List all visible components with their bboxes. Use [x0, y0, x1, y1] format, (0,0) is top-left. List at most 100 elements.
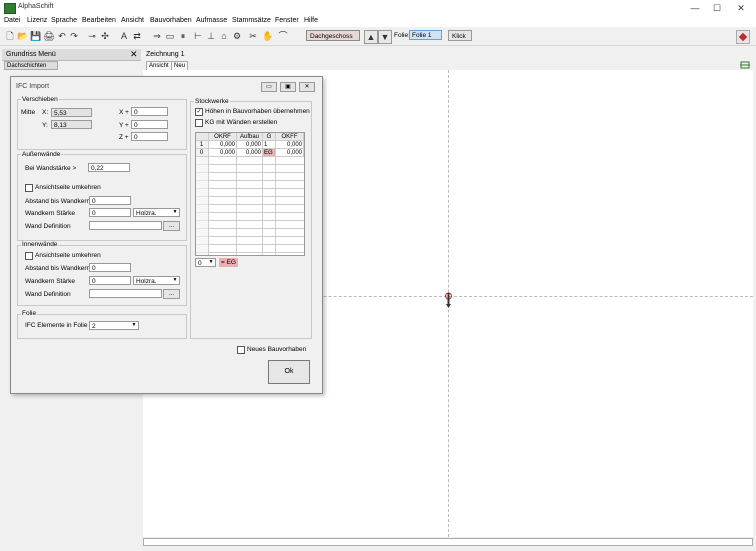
ifc-folie-select[interactable]: 2 ▼ [89, 321, 139, 330]
menu-stammsaetze[interactable]: Stammsätze [232, 17, 271, 24]
y-plus-input[interactable]: 0 [131, 120, 168, 129]
innen-wandkern-label: Wandkern Stärke [25, 278, 75, 285]
innenwaende-label: Innenwände [21, 241, 59, 248]
tools-icon[interactable]: ✂ [247, 30, 259, 42]
new-file-icon[interactable]: 🗋 [4, 30, 16, 42]
line-tool-icon[interactable]: ⊸ [86, 30, 98, 42]
roof-icon[interactable]: ⌂ [218, 30, 230, 42]
app-title: AlphaSchift [18, 3, 54, 10]
innen-def-input[interactable] [89, 289, 162, 298]
folie-input[interactable]: Folie 1 [409, 30, 442, 40]
origin-marker-icon[interactable] [444, 289, 453, 309]
x-plus-input[interactable]: 0 [131, 107, 168, 116]
close-button[interactable]: ✕ [730, 1, 752, 15]
stockwerke-table[interactable]: OKRF Aufbau G OKFF 1 0,000 0,000 1 0,000… [195, 132, 305, 256]
table-cell-eg[interactable]: EG [263, 149, 276, 157]
hoehen-checkbox[interactable]: ✓ [195, 108, 203, 116]
minimize-button[interactable]: — [684, 1, 706, 15]
redo-icon[interactable]: ↷ [68, 30, 80, 42]
table-header: OKRF [209, 133, 237, 141]
floor-eg-label: = EG [219, 258, 238, 267]
floor-number-select[interactable]: 0 ▼ [195, 258, 216, 267]
x-label: X: [42, 109, 49, 116]
floor-selector[interactable]: Dachgeschoss [306, 30, 360, 41]
dialog-maximize-button[interactable]: ▣ [280, 82, 296, 92]
neues-bauvorhaben-checkbox[interactable] [237, 346, 245, 354]
stair-icon[interactable]: ⊥ [205, 30, 217, 42]
table-cell[interactable]: 0,000 [276, 141, 304, 149]
innen-wandkern-input[interactable]: 0 [89, 276, 131, 285]
table-cell[interactable]: 0,000 [237, 141, 263, 149]
pause-icon[interactable]: ⏸ [177, 30, 189, 42]
ifc-import-dialog: IFC Import ▭ ▣ ✕ Verschieben Mitte X: 5,… [10, 76, 323, 394]
table-cell[interactable]: 0,000 [209, 141, 237, 149]
menu-sprache[interactable]: Sprache [51, 17, 77, 24]
aussen-abstand-input[interactable]: 0 [89, 196, 131, 205]
dimension-icon[interactable]: ⇄ [131, 30, 143, 42]
arrows-icon[interactable]: ⇒ [151, 30, 163, 42]
y-plus-label: Y + [119, 122, 129, 129]
open-folder-icon[interactable]: 📂 [17, 30, 29, 42]
table-header [196, 133, 209, 141]
z-plus-input[interactable]: 0 [131, 132, 168, 141]
undo-icon[interactable]: ↶ [56, 30, 68, 42]
curve-icon[interactable]: ⌒ [277, 30, 289, 42]
save-icon[interactable]: 💾 [30, 30, 42, 42]
table-cell: 1 [196, 141, 209, 149]
floor-down-icon[interactable]: ▼ [378, 30, 392, 44]
table-cell[interactable]: 1 [263, 141, 276, 149]
menu-ansicht[interactable]: Ansicht [121, 17, 144, 24]
aussenwaende-label: Außenwände [21, 151, 62, 158]
innen-material-value: Holzra. [136, 278, 157, 285]
bei-wandstaerke-input[interactable]: 0,22 [88, 163, 130, 172]
door-icon[interactable]: ⊢ [192, 30, 204, 42]
hand-icon[interactable]: ✋ [262, 30, 274, 42]
menu-bearbeiten[interactable]: Bearbeiten [82, 17, 116, 24]
table-cell[interactable]: 0,000 [209, 149, 237, 157]
innen-ansicht-checkbox[interactable] [25, 252, 33, 260]
menu-datei[interactable]: Datei [4, 17, 20, 24]
innen-def-browse-button[interactable]: ... [163, 289, 180, 299]
floor-up-icon[interactable]: ▲ [364, 30, 378, 44]
aussen-wandkern-input[interactable]: 0 [89, 208, 131, 217]
table-cell[interactable]: 0,000 [237, 149, 263, 157]
panel-header: Grundriss Menü ✕ [2, 49, 141, 61]
klick-button[interactable]: Klick [448, 30, 472, 41]
title-bar [0, 0, 756, 16]
aussen-def-input[interactable] [89, 221, 162, 230]
menu-lizenz[interactable]: Lizenz [27, 17, 47, 24]
menu-bauvorhaben[interactable]: Bauvorhaben [150, 17, 192, 24]
maximize-button[interactable]: ☐ [706, 1, 728, 15]
dialog-minimize-button[interactable]: ▭ [261, 82, 277, 92]
kg-checkbox[interactable] [195, 119, 203, 127]
snap-tool-icon[interactable] [736, 30, 750, 44]
move-tool-icon[interactable]: ✣ [99, 30, 111, 42]
window-icon[interactable]: ▭ [164, 30, 176, 42]
menu-aufmasse[interactable]: Aufmasse [196, 17, 227, 24]
table-cell[interactable]: 0,000 [276, 149, 304, 157]
innen-material-select[interactable]: Holzra. ▼ [133, 276, 180, 285]
menu-fenster[interactable]: Fenster [275, 17, 299, 24]
print-icon[interactable]: 🖨 [43, 30, 55, 42]
ok-button[interactable]: Ok [268, 360, 310, 384]
settings-icon[interactable]: ⚙ [231, 30, 243, 42]
dialog-close-button[interactable]: ✕ [299, 82, 315, 92]
neues-bauvorhaben-label: Neues Bauvorhaben [247, 346, 307, 353]
aussen-def-browse-button[interactable]: ... [163, 221, 180, 231]
chevron-down-icon: ▼ [172, 209, 178, 215]
stockwerke-label: Stockwerke [194, 98, 230, 105]
table-header: G [263, 133, 276, 141]
floor-number-value: 0 [198, 260, 202, 267]
bei-wandstaerke-label: Bei Wandstärke > [25, 165, 77, 172]
aussen-ansicht-checkbox[interactable] [25, 184, 33, 192]
menu-hilfe[interactable]: Hilfe [304, 17, 318, 24]
ifc-folie-value: 2 [92, 323, 96, 330]
verschieben-label: Verschieben [21, 96, 59, 103]
innen-abstand-input[interactable]: 0 [89, 263, 131, 272]
kg-label: KG mit Wänden erstellen [205, 119, 278, 126]
aussen-material-select[interactable]: Holzra. ▼ [133, 208, 180, 217]
panel-close-icon[interactable]: ✕ [130, 49, 138, 60]
aussen-material-value: Holzra. [136, 210, 157, 217]
panel-tab-dachschichten[interactable]: Dachschichten [4, 61, 58, 70]
text-tool-icon[interactable]: A [118, 30, 130, 42]
